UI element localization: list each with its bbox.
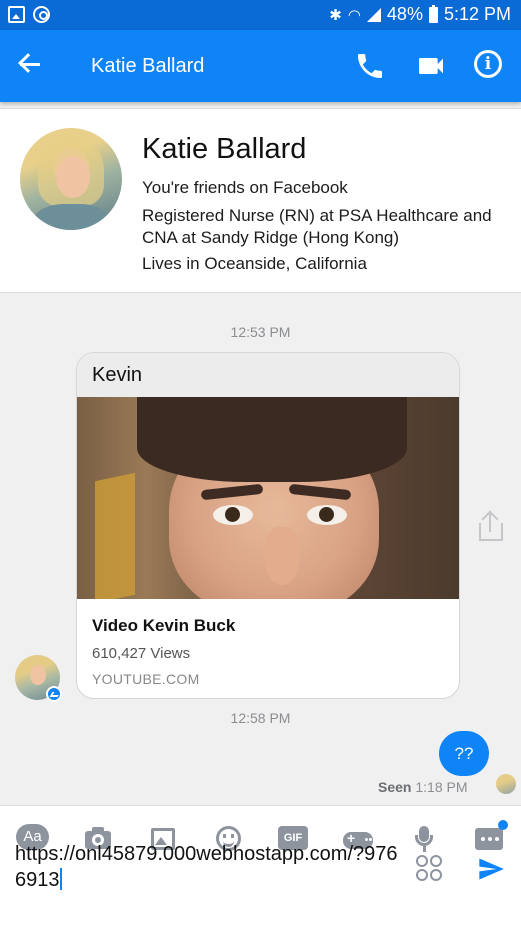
thumbnail-door [95, 472, 135, 599]
profile-friends-status: You're friends on Facebook [142, 178, 348, 197]
status-left-icons [8, 6, 50, 23]
battery-icon [428, 4, 438, 23]
messenger-badge-icon [46, 686, 62, 702]
message-timestamp: 12:53 PM [230, 324, 291, 340]
send-button[interactable] [476, 855, 506, 883]
info-button[interactable]: i [474, 50, 506, 82]
message-input-value: https://onl45879.000webhostapp.com/?9766… [15, 843, 398, 891]
microphone-stand [415, 835, 433, 846]
seen-time: 1:18 PM [415, 779, 468, 795]
more-button[interactable] [473, 820, 508, 853]
seen-avatar [496, 774, 516, 794]
data-saver-icon [33, 6, 50, 23]
status-right: ✱ ◠ 48% 5:12 PM [329, 4, 511, 25]
conversation-title[interactable]: Katie Ballard [91, 55, 204, 78]
back-button[interactable] [16, 50, 46, 80]
profile-name: Katie Ballard [142, 133, 307, 165]
sticker-icon-part [416, 869, 428, 881]
microphone-leg [423, 846, 426, 852]
shared-card-sender: Kevin [92, 364, 143, 386]
profile-location: Lives in Oceanside, California [142, 254, 367, 273]
shared-card-title: Video Kevin Buck [92, 616, 236, 635]
shared-card-views: 610,427 Views [92, 645, 191, 662]
thumbnail-hair [137, 397, 407, 482]
sender-avatar-face [30, 665, 46, 685]
sticker-button[interactable] [416, 855, 444, 883]
text-caret [59, 868, 62, 890]
sticker-icon-part [430, 869, 442, 881]
signal-icon [366, 7, 381, 22]
sticker-icon-part [430, 855, 442, 867]
voice-message-button[interactable] [408, 823, 442, 853]
video-camera-icon [419, 58, 443, 74]
seen-status: Seen 1:18 PM [378, 779, 468, 795]
back-arrow-head [18, 53, 38, 73]
message-timestamp: 12:58 PM [230, 710, 291, 726]
video-call-button[interactable] [415, 50, 447, 82]
thumbnail-eye [213, 505, 253, 525]
message-input[interactable]: https://onl45879.000webhostapp.com/?9766… [15, 841, 405, 893]
more-icon [475, 828, 503, 850]
sticker-icon [416, 855, 428, 867]
shared-card-domain: YOUTUBE.COM [92, 671, 200, 687]
gallery-notification-icon [8, 6, 25, 23]
send-icon [479, 858, 504, 880]
shared-card-header: Kevin [77, 353, 459, 397]
wifi-icon: ◠ [347, 6, 361, 24]
voice-call-button[interactable] [354, 50, 386, 82]
profile-photo-shirt [34, 204, 110, 230]
video-thumbnail[interactable] [77, 397, 459, 599]
thumbnail-eye [307, 505, 347, 525]
notification-dot [498, 820, 508, 830]
status-bar: ✱ ◠ 48% 5:12 PM [0, 0, 521, 30]
shared-link-card[interactable]: Kevin Video Kevin Buck 610,427 Views YOU… [76, 352, 460, 699]
app-bar: Katie Ballard i [0, 30, 521, 102]
status-time: 5:12 PM [443, 4, 511, 24]
bluetooth-icon: ✱ [329, 6, 342, 24]
thumbnail-nose [264, 527, 300, 585]
profile-photo[interactable] [20, 128, 122, 230]
info-icon: i [474, 50, 502, 78]
battery-percent: 48% [386, 4, 423, 24]
seen-label: Seen [378, 779, 412, 795]
outgoing-message[interactable]: ?? [439, 731, 489, 776]
profile-work: Registered Nurse (RN) at PSA Healthcare … [142, 206, 492, 247]
phone-icon [358, 54, 382, 78]
share-button[interactable] [478, 510, 504, 542]
profile-photo-face [56, 156, 90, 198]
